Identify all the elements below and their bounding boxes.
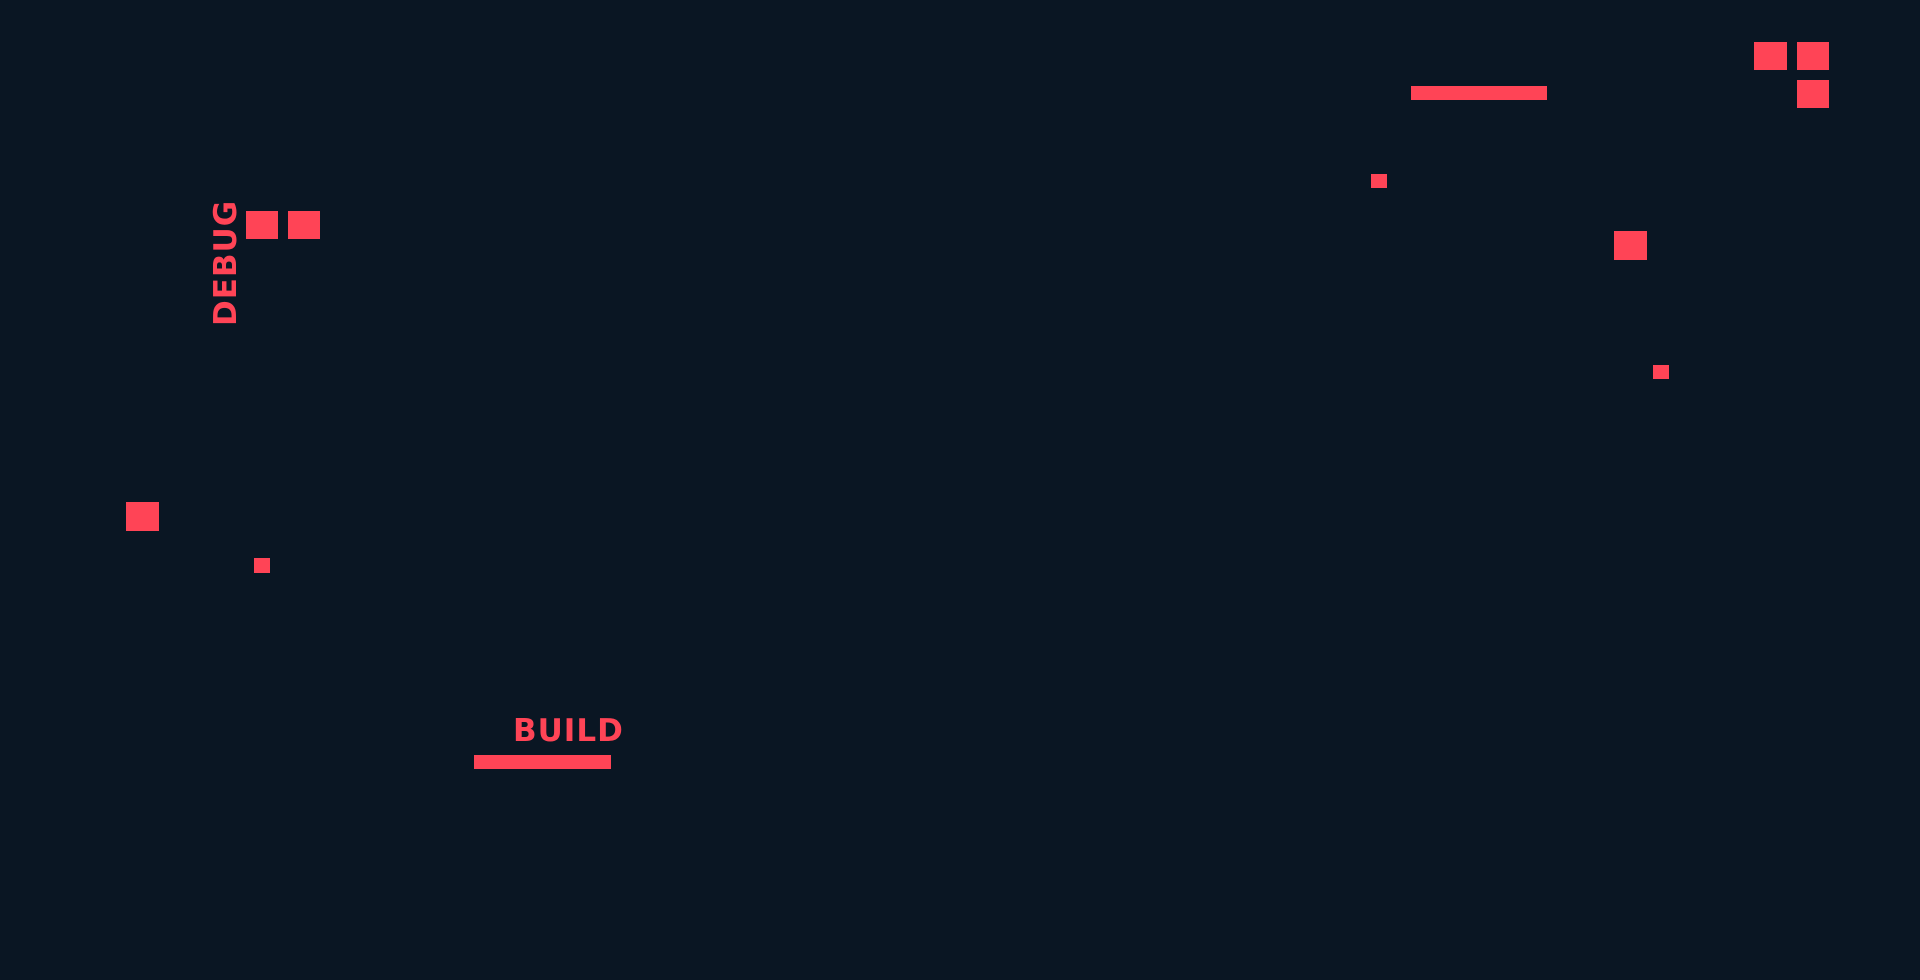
pixel-block (246, 211, 278, 239)
debug-label: DEBUG (208, 199, 244, 326)
pixel-block (1371, 174, 1387, 188)
build-underline (474, 755, 611, 769)
pixel-block (254, 558, 270, 573)
pixel-block (288, 211, 320, 239)
pixel-block (1614, 231, 1647, 260)
top-right-bar (1411, 86, 1547, 100)
pixel-block (1797, 80, 1829, 108)
build-label: BUILD (513, 713, 624, 749)
pixel-block (126, 502, 159, 531)
decorative-canvas: DEBUG BUILD (0, 0, 1920, 980)
pixel-block (1653, 365, 1669, 379)
pixel-block (1754, 42, 1787, 70)
pixel-block (1797, 42, 1829, 70)
